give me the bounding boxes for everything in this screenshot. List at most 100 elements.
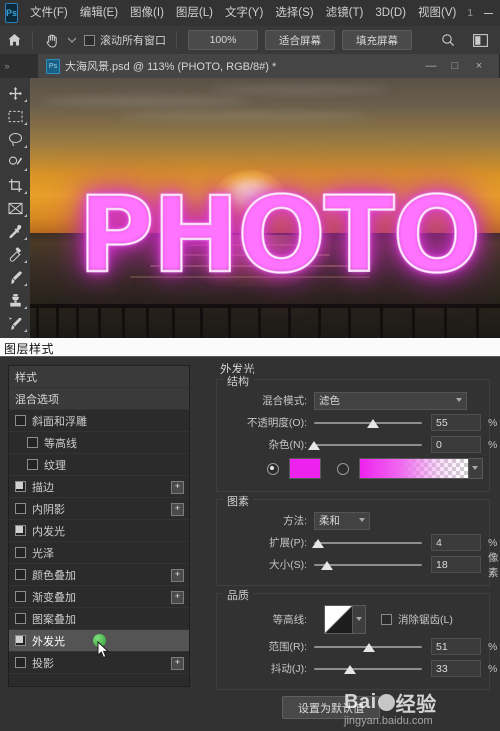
document-canvas[interactable]: PHOTO PHOTO <box>30 78 500 338</box>
search-button[interactable] <box>434 27 462 53</box>
opacity-slider[interactable] <box>314 416 422 430</box>
document-tab[interactable]: Ps 大海风景.psd @ 113% (PHOTO, RGB/8#) * — □… <box>38 54 500 78</box>
solid-color-radio[interactable] <box>267 463 279 475</box>
menu-item-select[interactable]: 选择(S) <box>269 0 319 26</box>
clone-stamp-tool[interactable] <box>2 289 28 311</box>
size-slider[interactable] <box>314 558 422 572</box>
style-checkbox[interactable] <box>27 437 38 448</box>
add-effect-button[interactable]: + <box>171 657 184 670</box>
style-checkbox[interactable] <box>15 635 26 646</box>
doc-restore-button[interactable]: □ <box>443 55 467 77</box>
active-tool-button[interactable] <box>37 27 65 53</box>
frame-tool[interactable] <box>2 197 28 219</box>
range-value-input[interactable]: 51 <box>431 638 481 655</box>
style-checkbox[interactable] <box>15 415 26 426</box>
style-checkbox[interactable] <box>15 547 26 558</box>
slider-knob[interactable] <box>321 561 333 570</box>
spot-healing-tool[interactable] <box>2 243 28 265</box>
blend-mode-select[interactable]: 滤色 <box>314 392 467 410</box>
style-row-drop-shadow[interactable]: 投影 + <box>9 652 189 674</box>
eyedropper-tool[interactable] <box>2 220 28 242</box>
spread-value-input[interactable]: 4 <box>431 534 481 551</box>
range-slider[interactable] <box>314 640 422 654</box>
menu-item-layer[interactable]: 图层(L) <box>170 0 219 26</box>
add-effect-button[interactable]: + <box>171 591 184 604</box>
doc-minimize-button[interactable]: — <box>419 55 443 77</box>
style-checkbox[interactable] <box>15 591 26 602</box>
menu-item-view[interactable]: 视图(V) <box>412 0 462 26</box>
style-row-inner-shadow[interactable]: 内阴影 + <box>9 498 189 520</box>
scroll-all-windows-checkbox[interactable]: 滚动所有窗口 <box>84 32 166 48</box>
noise-slider[interactable] <box>314 438 422 452</box>
style-row-contour[interactable]: 等高线 <box>9 432 189 454</box>
style-checkbox[interactable] <box>15 525 26 536</box>
slider-knob[interactable] <box>344 665 356 674</box>
style-checkbox[interactable] <box>15 481 26 492</box>
size-value-input[interactable]: 18 <box>431 556 481 573</box>
style-row-inner-glow[interactable]: 内发光 <box>9 520 189 542</box>
style-row-texture[interactable]: 纹理 <box>9 454 189 476</box>
brush-tool[interactable] <box>2 266 28 288</box>
menu-item-file[interactable]: 文件(F) <box>24 0 74 26</box>
style-checkbox[interactable] <box>15 503 26 514</box>
spread-slider[interactable] <box>314 536 422 550</box>
anti-alias-label: 消除锯齿(L) <box>398 612 453 627</box>
style-checkbox[interactable] <box>15 657 26 668</box>
technique-select[interactable]: 柔和 <box>314 512 370 530</box>
gradient-picker-dropdown[interactable] <box>469 458 483 479</box>
style-row-pattern-overlay[interactable]: 图案叠加 <box>9 608 189 630</box>
move-tool[interactable] <box>2 82 28 104</box>
style-row-stroke[interactable]: 描边 + <box>9 476 189 498</box>
crop-tool[interactable] <box>2 174 28 196</box>
fill-screen-button[interactable]: 填充屏幕 <box>342 30 412 50</box>
gradient-radio[interactable] <box>337 463 349 475</box>
style-row-satin[interactable]: 光泽 <box>9 542 189 564</box>
lasso-tool[interactable] <box>2 128 28 150</box>
style-row-styles[interactable]: 样式 <box>9 366 189 388</box>
style-row-gradient-overlay[interactable]: 渐变叠加 + <box>9 586 189 608</box>
home-button[interactable] <box>0 27 28 53</box>
glow-color-swatch[interactable] <box>289 458 321 479</box>
noise-value-input[interactable]: 0 <box>431 436 481 453</box>
contour-picker-dropdown[interactable] <box>353 605 366 634</box>
menu-item-3d[interactable]: 3D(D) <box>369 0 412 26</box>
slider-knob[interactable] <box>363 643 375 652</box>
menu-item-type[interactable]: 文字(Y) <box>219 0 269 26</box>
technique-row: 方法: 柔和 <box>223 511 483 530</box>
add-effect-button[interactable]: + <box>171 503 184 516</box>
menu-item-edit[interactable]: 编辑(E) <box>74 0 124 26</box>
menu-item-image[interactable]: 图像(I) <box>124 0 170 26</box>
history-brush-tool[interactable] <box>2 312 28 334</box>
marquee-tool[interactable] <box>2 105 28 127</box>
tool-preset-dropdown[interactable] <box>65 27 78 53</box>
quick-selection-tool[interactable] <box>2 151 28 173</box>
glow-gradient-preview[interactable] <box>359 458 469 479</box>
spread-label: 扩展(P): <box>223 535 314 550</box>
zoom-100-button[interactable]: 100% <box>188 30 258 50</box>
style-checkbox[interactable] <box>15 613 26 624</box>
jitter-slider[interactable] <box>314 662 422 676</box>
style-row-blending-options[interactable]: 混合选项 <box>9 388 189 410</box>
menu-item-filter[interactable]: 滤镜(T) <box>320 0 370 26</box>
opacity-value-input[interactable]: 55 <box>431 414 481 431</box>
style-checkbox[interactable] <box>27 459 38 470</box>
style-row-outer-glow[interactable]: 外发光 <box>9 630 189 652</box>
slider-knob[interactable] <box>367 419 379 428</box>
fit-screen-button[interactable]: 适合屏幕 <box>265 30 335 50</box>
workspace-button[interactable] <box>466 27 494 53</box>
minimize-button[interactable] <box>478 3 500 23</box>
anti-alias-checkbox[interactable]: 消除锯齿(L) <box>381 612 453 627</box>
add-effect-button[interactable]: + <box>171 481 184 494</box>
set-as-default-button[interactable]: 设置为默认值 <box>282 696 380 719</box>
add-effect-button[interactable]: + <box>171 569 184 582</box>
doc-close-button[interactable]: × <box>467 55 491 77</box>
contour-thumbnail-icon[interactable] <box>324 605 353 634</box>
style-row-bevel-emboss[interactable]: 斜面和浮雕 <box>9 410 189 432</box>
jitter-value-input[interactable]: 33 <box>431 660 481 677</box>
style-row-color-overlay[interactable]: 颜色叠加 + <box>9 564 189 586</box>
slider-knob[interactable] <box>312 539 324 548</box>
menu-overflow-indicator[interactable]: 1 <box>462 8 478 19</box>
panel-expand-button[interactable]: » <box>0 54 14 78</box>
style-checkbox[interactable] <box>15 569 26 580</box>
slider-knob[interactable] <box>308 441 320 450</box>
